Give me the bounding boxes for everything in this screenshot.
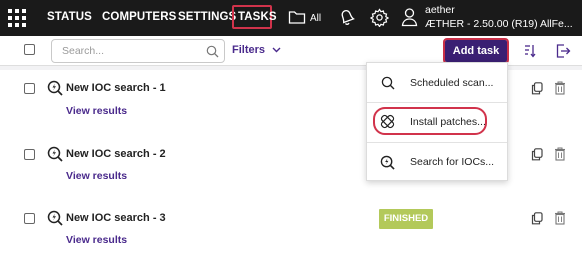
menu-item-install-patches[interactable]: Install patches... <box>367 104 507 140</box>
ioc-search-icon <box>47 146 63 162</box>
task-title[interactable]: New IOC search - 1 <box>66 82 166 94</box>
view-results-link[interactable]: View results <box>66 170 127 182</box>
export-icon[interactable] <box>555 43 571 59</box>
row-checkbox[interactable] <box>24 149 35 160</box>
row-checkbox[interactable] <box>24 213 35 224</box>
folder-icon[interactable] <box>288 9 306 25</box>
search-input[interactable]: Search... <box>51 39 225 63</box>
copy-icon[interactable] <box>531 212 543 225</box>
trash-icon[interactable] <box>554 147 566 161</box>
apps-grid-icon[interactable] <box>8 9 26 27</box>
nav-status[interactable]: STATUS <box>47 11 92 23</box>
search-placeholder: Search... <box>62 45 105 57</box>
nav-computers[interactable]: COMPUTERS <box>102 11 176 23</box>
trash-icon[interactable] <box>554 211 566 225</box>
nav-tasks[interactable]: TASKS <box>238 11 277 23</box>
bell-icon[interactable] <box>338 8 356 27</box>
gear-icon[interactable] <box>370 8 389 27</box>
ioc-search-icon <box>47 80 63 96</box>
chevron-down-icon <box>272 47 281 53</box>
menu-item-scheduled-scan[interactable]: Scheduled scan... <box>367 65 507 101</box>
task-row[interactable]: New IOC search - 3 View results FINISHED <box>0 202 582 259</box>
top-bar: STATUS COMPUTERS SETTINGS TASKS All aeth… <box>0 0 582 36</box>
filters-button[interactable]: Filters <box>232 44 281 56</box>
menu-item-search-iocs[interactable]: Search for IOCs... <box>367 144 507 180</box>
add-task-menu: Scheduled scan... Install patches... Sea… <box>366 62 508 181</box>
nav-settings[interactable]: SETTINGS <box>178 11 236 23</box>
menu-item-label: Scheduled scan... <box>410 77 494 89</box>
menu-item-label: Install patches... <box>410 116 486 128</box>
add-task-button[interactable]: Add task <box>443 38 509 64</box>
user-icon[interactable] <box>401 7 418 27</box>
task-title[interactable]: New IOC search - 3 <box>66 212 166 224</box>
row-checkbox[interactable] <box>24 83 35 94</box>
ioc-search-icon <box>380 155 395 170</box>
search-icon <box>381 76 395 90</box>
menu-divider <box>367 142 507 143</box>
menu-divider <box>367 102 507 103</box>
user-name[interactable]: aether <box>425 4 455 16</box>
status-badge: FINISHED <box>379 209 433 229</box>
menu-item-label: Search for IOCs... <box>410 156 495 168</box>
folder-all-label[interactable]: All <box>310 13 321 24</box>
sort-icon[interactable] <box>524 44 536 58</box>
search-icon[interactable] <box>206 45 219 58</box>
view-results-link[interactable]: View results <box>66 105 127 117</box>
filters-label: Filters <box>232 44 266 56</box>
copy-icon[interactable] <box>531 82 543 95</box>
trash-icon[interactable] <box>554 81 566 95</box>
user-version: ÆTHER - 2.50.00 (R19) AllFe... <box>425 18 573 30</box>
task-title[interactable]: New IOC search - 2 <box>66 148 166 160</box>
view-results-link[interactable]: View results <box>66 234 127 246</box>
patch-icon <box>380 114 395 129</box>
ioc-search-icon <box>47 210 63 226</box>
select-all-checkbox[interactable] <box>24 44 35 55</box>
copy-icon[interactable] <box>531 148 543 161</box>
